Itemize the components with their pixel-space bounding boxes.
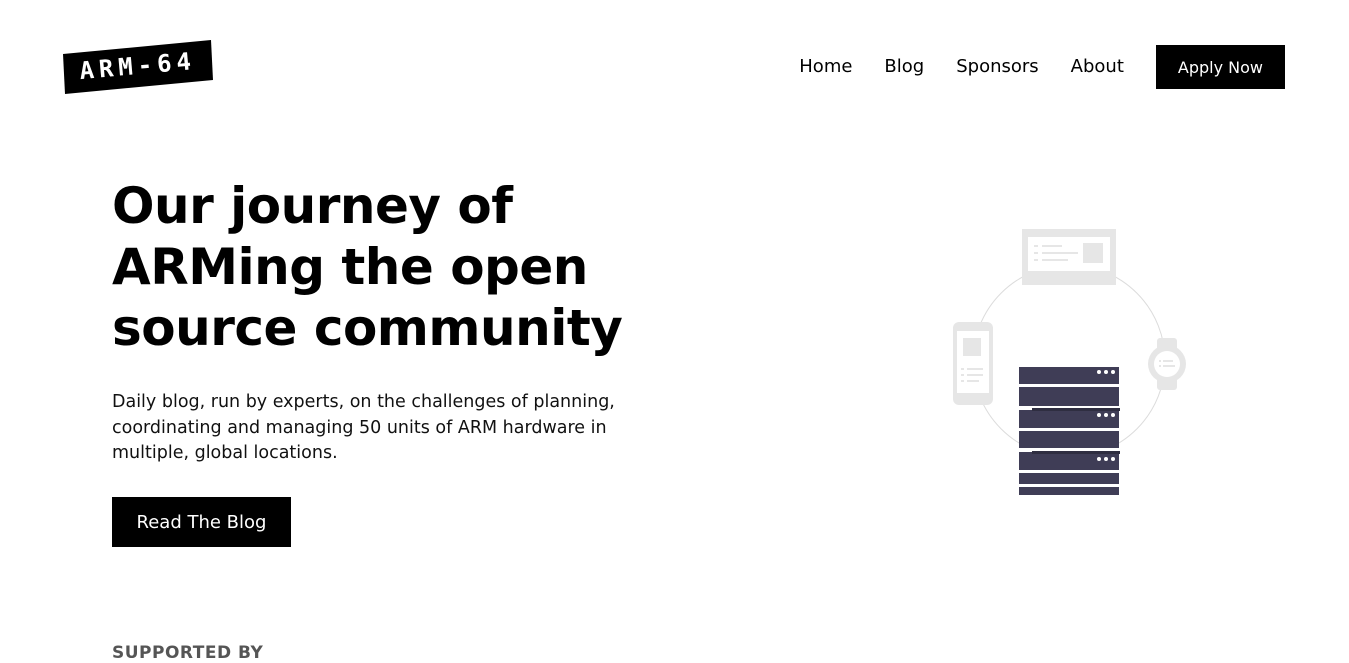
logo-badge: ARM-64 <box>63 40 213 94</box>
nav-sponsors[interactable]: Sponsors <box>956 45 1038 89</box>
smartphone-icon <box>953 322 993 405</box>
browser-window-icon <box>1022 229 1116 285</box>
server-rack-icon <box>1019 367 1120 495</box>
smartwatch-icon <box>1148 338 1186 390</box>
nav-blog[interactable]: Blog <box>884 45 924 89</box>
server-devices-illustration <box>948 226 1190 498</box>
arm64-logo[interactable]: ARM-64 <box>63 40 213 94</box>
nav-home[interactable]: Home <box>799 45 852 89</box>
main-nav: Home Blog Sponsors About Apply Now <box>799 45 1285 89</box>
supported-by-heading: SUPPORTED BY <box>112 643 264 663</box>
apply-now-button[interactable]: Apply Now <box>1155 45 1285 89</box>
nav-about[interactable]: About <box>1071 45 1124 89</box>
read-blog-button[interactable]: Read The Blog <box>112 497 291 547</box>
hero-description: Daily blog, run by experts, on the chall… <box>112 392 615 463</box>
hero-title: Our journey of ARMing the open source co… <box>112 177 623 357</box>
